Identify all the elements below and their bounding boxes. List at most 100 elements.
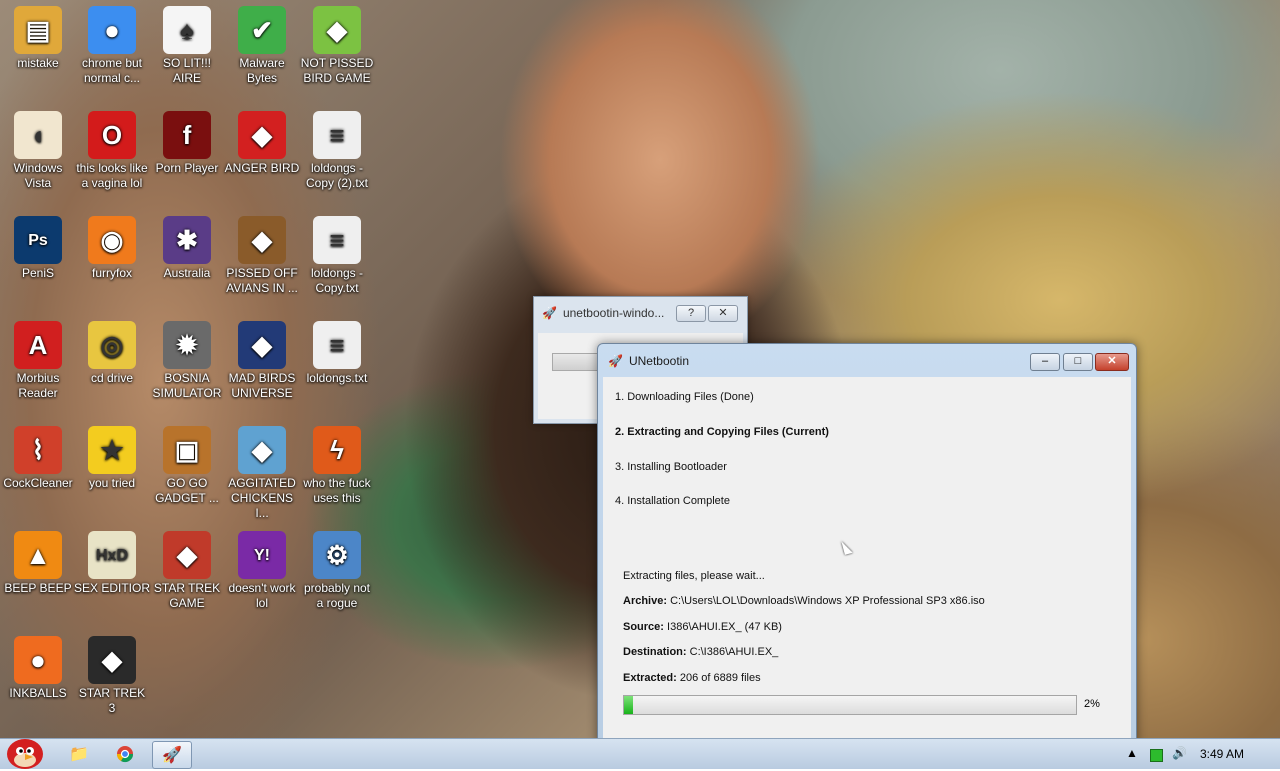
- extracted-row: Extracted: 206 of 6889 files: [623, 672, 761, 684]
- maximize-button[interactable]: □: [1063, 353, 1093, 371]
- desktop-icon-label: this looks like a vagina lol: [76, 161, 148, 190]
- desktop-icon-label: PISSED OFF AVIANS IN ...: [226, 266, 298, 295]
- close-button[interactable]: ✕: [1095, 353, 1129, 371]
- desktop-icon[interactable]: ≡ loldongs - Copy (2).txt: [299, 111, 375, 191]
- desktop-icon[interactable]: A Morbius Reader: [0, 321, 76, 401]
- chrome-icon: ●: [88, 6, 136, 54]
- desktop-icon-label: SO LIT!!! AIRE: [162, 56, 211, 85]
- desktop-icon[interactable]: ◆ STAR TREK GAME: [149, 531, 225, 611]
- star-icon: ★: [88, 426, 136, 474]
- main-window-client: 1. Downloading Files (Done) 2. Extractin…: [603, 377, 1131, 744]
- desktop-icon[interactable]: ▤ mistake: [0, 6, 76, 71]
- mine-icon: ✹: [163, 321, 211, 369]
- desktop-icon[interactable]: ◆ PISSED OFF AVIANS IN ...: [224, 216, 300, 296]
- desktop-icon-label: loldongs - Copy.txt: [310, 266, 364, 295]
- progress-percent: 2%: [1084, 698, 1100, 710]
- computer-folder-icon: ▤: [14, 6, 62, 54]
- desktop-icon[interactable]: ● INKBALLS: [0, 636, 76, 701]
- desktop-icon-label: Australia: [163, 266, 211, 280]
- desktop-icon[interactable]: ♠ SO LIT!!! AIRE: [149, 6, 225, 86]
- status-text: Extracting files, please wait...: [623, 570, 765, 582]
- desktop-icon[interactable]: ◆ NOT PISSED BIRD GAME: [299, 6, 375, 86]
- shield-icon: ✔: [238, 6, 286, 54]
- hxd-icon: HxD: [88, 531, 136, 579]
- start-button[interactable]: [2, 733, 48, 771]
- desktop-icon-label: doesn't work lol: [228, 581, 296, 610]
- help-button[interactable]: ?: [676, 305, 706, 322]
- photoshop-icon: Ps: [14, 216, 62, 264]
- desktop-icon-label: CockCleaner: [3, 476, 73, 490]
- desktop-icon-label: cd drive: [90, 371, 134, 385]
- cd-icon: ◎: [88, 321, 136, 369]
- archive-value: C:\Users\LOL\Downloads\Windows XP Profes…: [670, 595, 985, 607]
- desktop-icon[interactable]: ⚙ probably not a rogue: [299, 531, 375, 611]
- desktop-icon[interactable]: ✹ BOSNIA SIMULATOR: [149, 321, 225, 401]
- step-downloading: 1. Downloading Files (Done): [615, 391, 754, 403]
- desktop-icon-label: furryfox: [91, 266, 132, 280]
- desktop-icon[interactable]: ✱ Australia: [149, 216, 225, 281]
- desktop-icon-label: Windows Vista: [13, 161, 63, 190]
- desktop-icon-label: mistake: [17, 56, 59, 70]
- extracted-value: 206 of 6889 files: [679, 672, 761, 684]
- network-icon[interactable]: [1150, 749, 1163, 762]
- desktop-icon-label: SEX EDITIOR: [74, 581, 151, 595]
- desktop-icon-label: NOT PISSED BIRD GAME: [300, 56, 374, 85]
- desktop-icon[interactable]: Othis looks like a vagina lol: [74, 111, 150, 191]
- desktop-icon-label: you tried: [88, 476, 136, 490]
- space-bird-icon: ◆: [238, 321, 286, 369]
- window-title: UNetbootin: [628, 353, 689, 368]
- rocket-icon: 🚀: [542, 306, 557, 320]
- desktop-icon[interactable]: ◖ Windows Vista: [0, 111, 76, 191]
- bolt-icon: ϟ: [313, 426, 361, 474]
- green-pig-icon: ◆: [313, 6, 361, 54]
- star-wars-vader-icon: ◆: [88, 636, 136, 684]
- desktop-icon[interactable]: ≡ loldongs - Copy.txt: [299, 216, 375, 296]
- desktop-icon[interactable]: HxD SEX EDITIOR: [74, 531, 150, 596]
- unetbootin-window[interactable]: 🚀 UNetbootin – □ ✕ 1. Downloading Files …: [597, 343, 1137, 745]
- desktop-icon[interactable]: ● chrome but normal c...: [74, 6, 150, 86]
- taskbar-explorer[interactable]: 📁: [60, 741, 98, 767]
- desktop-icon[interactable]: ✔ Malware Bytes: [224, 6, 300, 86]
- desktop-icon[interactable]: ◆ MAD BIRDS UNIVERSE: [224, 321, 300, 401]
- bg-close-button[interactable]: ✕: [708, 305, 738, 322]
- desktop-icon[interactable]: ▲ BEEP BEEP: [0, 531, 76, 596]
- main-window-titlebar[interactable]: 🚀 UNetbootin – □ ✕: [598, 344, 1136, 377]
- desktop-icon[interactable]: ≡ loldongs.txt: [299, 321, 375, 386]
- destination-row: Destination: C:\I386\AHUI.EX_: [623, 646, 778, 658]
- star-wars-bird-icon: ◆: [163, 531, 211, 579]
- bg-window-title: unetbootin-windo...: [562, 306, 665, 320]
- desktop-icon-label: MAD BIRDS UNIVERSE: [228, 371, 296, 400]
- inkball-icon: ●: [14, 636, 62, 684]
- volume-icon[interactable]: 🔊: [1172, 746, 1187, 760]
- desktop-icon[interactable]: Ps PeniS: [0, 216, 76, 281]
- opera-icon: O: [88, 111, 136, 159]
- desktop-icon-label: chrome but normal c...: [81, 56, 143, 85]
- text-file-icon: ≡: [313, 216, 361, 264]
- source-label: Source:: [623, 621, 664, 633]
- desktop-icon[interactable]: ▣ GO GO GADGET ...: [149, 426, 225, 506]
- desktop-icon[interactable]: ϟ who the fuck uses this: [299, 426, 375, 506]
- desktop-icon[interactable]: ◆ AGGITATED CHICKENS I...: [224, 426, 300, 521]
- desktop-icon-label: ANGER BIRD: [224, 161, 300, 175]
- desktop-icon[interactable]: ◎ cd drive: [74, 321, 150, 386]
- desktop-icon-label: BEEP BEEP: [4, 581, 72, 595]
- desktop-icon-label: GO GO GADGET ...: [155, 476, 219, 505]
- clock[interactable]: 3:49 AM: [1200, 747, 1244, 761]
- minimize-button[interactable]: –: [1030, 353, 1060, 371]
- progress-bar: [623, 695, 1077, 715]
- desktop-icon[interactable]: ⌇ CockCleaner: [0, 426, 76, 491]
- taskbar-unetbootin[interactable]: 🚀: [152, 741, 192, 769]
- text-file-icon: ≡: [313, 111, 361, 159]
- desktop-icon[interactable]: f Porn Player: [149, 111, 225, 176]
- desktop-icon-label: STAR TREK GAME: [153, 581, 221, 610]
- desktop-icon[interactable]: ◆ STAR TREK 3: [74, 636, 150, 716]
- show-hidden-icons-button[interactable]: ▲: [1126, 746, 1138, 760]
- desktop-icon[interactable]: ◆ ANGER BIRD: [224, 111, 300, 176]
- desktop-icon[interactable]: ★ you tried: [74, 426, 150, 491]
- seasons-bird-icon: ◆: [238, 216, 286, 264]
- taskbar-chrome[interactable]: [106, 741, 144, 767]
- desktop-icon[interactable]: ◉ furryfox: [74, 216, 150, 281]
- settings-monitor-icon: ⚙: [313, 531, 361, 579]
- desktop-icon[interactable]: Y! doesn't work lol: [224, 531, 300, 611]
- desktop-icon-label: AGGITATED CHICKENS I...: [228, 476, 296, 520]
